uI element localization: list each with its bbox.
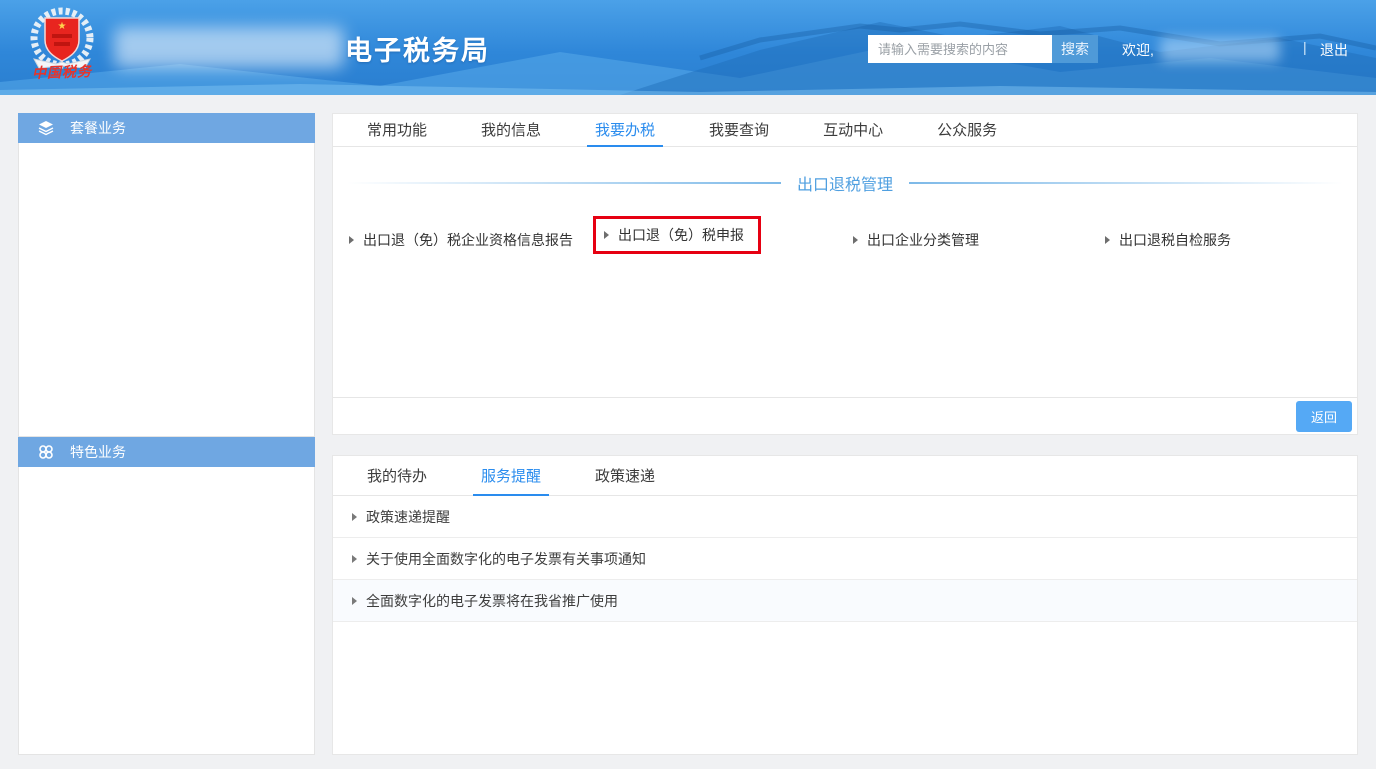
sidebar: 套餐业务 特色业务 [18, 113, 315, 755]
title-line-left [347, 182, 781, 184]
tab-my-todo[interactable]: 我的待办 [359, 456, 435, 496]
emblem-caption: 中国税务 [20, 61, 105, 84]
notice-tabs: 我的待办 服务提醒 政策速递 [333, 456, 1357, 496]
list-item-policy-reminder[interactable]: 政策速递提醒 [333, 496, 1357, 538]
tab-common-functions[interactable]: 常用功能 [359, 114, 435, 147]
arrow-right-icon [349, 236, 354, 244]
redacted-user-name [1160, 37, 1280, 62]
menu-item-export-rebate-declaration[interactable]: 出口退（免）税申报 [601, 225, 853, 254]
notice-label: 全面数字化的电子发票将在我省推广使用 [366, 591, 618, 611]
arrow-right-icon [1105, 236, 1110, 244]
arrow-right-icon [604, 231, 609, 239]
export-rebate-menu: 出口退（免）税企业资格信息报告 出口退（免）税申报 出口企业分类管理 出口退税自… [333, 225, 1357, 254]
tab-public-services[interactable]: 公众服务 [929, 114, 1005, 147]
search-input[interactable] [868, 35, 1052, 63]
logout-divider: | [1303, 39, 1307, 55]
menu-item-export-rebate-selfcheck[interactable]: 出口退税自检服务 [1105, 225, 1357, 254]
sidebar-item-label: 特色业务 [70, 442, 126, 462]
search-button[interactable]: 搜索 [1052, 35, 1098, 63]
highlight-red-box: 出口退（免）税申报 [593, 216, 761, 254]
main-tabs: 常用功能 我的信息 我要办税 我要查询 互动中心 公众服务 [333, 114, 1357, 147]
section-title: 出口退税管理 [797, 171, 893, 195]
tab-my-info[interactable]: 我的信息 [473, 114, 549, 147]
list-item-einvoice-promotion[interactable]: 全面数字化的电子发票将在我省推广使用 [333, 580, 1357, 622]
title-line-right [909, 182, 1343, 184]
header-search: 搜索 [868, 35, 1098, 63]
menu-item-label: 出口企业分类管理 [867, 230, 979, 250]
tab-tax-handling[interactable]: 我要办税 [587, 114, 663, 147]
notice-label: 关于使用全面数字化的电子发票有关事项通知 [366, 549, 646, 569]
menu-item-label: 出口退税自检服务 [1119, 230, 1231, 250]
panel-footer: 返回 [333, 397, 1357, 434]
page-title: 电子税务局 [345, 29, 490, 68]
arrow-right-icon [352, 597, 357, 605]
sidebar-item-package-business[interactable]: 套餐业务 [18, 113, 315, 143]
redacted-bureau-name [114, 27, 344, 68]
svg-text:★: ★ [58, 21, 67, 32]
menu-item-label: 出口退（免）税申报 [618, 225, 744, 245]
tab-service-reminder[interactable]: 服务提醒 [473, 456, 549, 496]
notice-list: 政策速递提醒 关于使用全面数字化的电子发票有关事项通知 全面数字化的电子发票将在… [333, 496, 1357, 622]
welcome-label: 欢迎, [1122, 40, 1154, 60]
tax-functions-panel: 常用功能 我的信息 我要办税 我要查询 互动中心 公众服务 出口退税管理 出口退… [332, 113, 1358, 435]
tab-interaction-center[interactable]: 互动中心 [815, 114, 891, 147]
grid-dots-icon [38, 444, 54, 460]
menu-item-export-rebate-qualification[interactable]: 出口退（免）税企业资格信息报告 [349, 225, 601, 254]
menu-item-export-enterprise-classification[interactable]: 出口企业分类管理 [853, 225, 1105, 254]
tab-policy-express[interactable]: 政策速递 [587, 456, 663, 496]
notice-label: 政策速递提醒 [366, 507, 450, 527]
layers-icon [38, 120, 54, 136]
logout-link[interactable]: 退出 [1320, 40, 1348, 60]
app-header: ★ 中国税务 电子税务局 搜索 欢迎, | 退出 [0, 0, 1376, 95]
section-title-row: 出口退税管理 [333, 171, 1357, 195]
arrow-right-icon [352, 513, 357, 521]
menu-item-label: 出口退（免）税企业资格信息报告 [363, 230, 573, 250]
arrow-right-icon [853, 236, 858, 244]
sidebar-section-body-featured [18, 467, 315, 755]
sidebar-item-label: 套餐业务 [70, 118, 126, 138]
back-button[interactable]: 返回 [1296, 401, 1352, 432]
arrow-right-icon [352, 555, 357, 563]
list-item-einvoice-notice[interactable]: 关于使用全面数字化的电子发票有关事项通知 [333, 538, 1357, 580]
sidebar-item-featured-business[interactable]: 特色业务 [18, 437, 315, 467]
notice-panel: 我的待办 服务提醒 政策速递 政策速递提醒 关于使用全面数字化的电子发票有关事项… [332, 455, 1358, 755]
tab-inquiry[interactable]: 我要查询 [701, 114, 777, 147]
sidebar-section-body-package [18, 143, 315, 437]
